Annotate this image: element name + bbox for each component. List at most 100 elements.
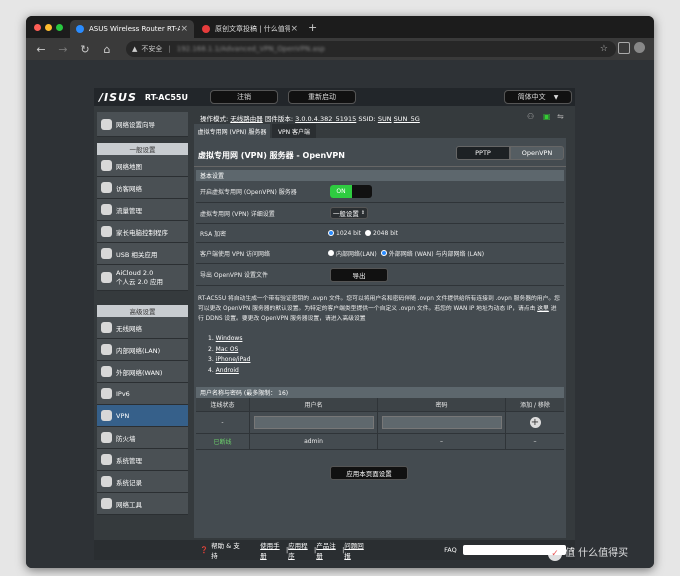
table-header-row: 连线状态 用户名 密码 添加 / 移除 (196, 398, 564, 412)
feedback-link[interactable]: 问题回报 (344, 540, 370, 560)
sidebar-item-wan[interactable]: 外部网络(WAN) (97, 361, 188, 383)
sidebar-item-vpn[interactable]: VPN (97, 405, 188, 427)
remove-value: – (533, 438, 537, 445)
password-input[interactable] (381, 416, 502, 429)
back-icon[interactable]: ← (30, 43, 52, 56)
profile-avatar[interactable] (634, 42, 645, 53)
register-link[interactable]: 产品注册 (316, 540, 342, 560)
lan-icon (101, 344, 112, 355)
tab-title: 原创文章投稿 | 什么值得买 (215, 25, 291, 33)
tab-vpn-client[interactable]: VPN 客户端 (272, 124, 316, 138)
pptp-button[interactable]: PPTP (456, 146, 510, 160)
rsa-1024-radio[interactable] (328, 230, 334, 236)
ssid-5g-link[interactable]: SUN_5G (394, 115, 420, 123)
openvpn-button[interactable]: OpenVPN (510, 146, 564, 160)
firmware-link[interactable]: 3.0.0.4.382_51915 (295, 115, 356, 123)
tab-title: ASUS Wireless Router RT-AC5… (89, 25, 181, 33)
enable-toggle[interactable]: ON (330, 185, 372, 198)
advanced-header: 高级设置 (97, 305, 188, 317)
basic-header: 基本设置 (196, 170, 564, 181)
sidebar-item-label: 无线网络 (116, 324, 142, 333)
separator: | (168, 45, 171, 53)
sidebar-item-admin[interactable]: 系统管理 (97, 449, 188, 471)
ddns-link[interactable]: 这里 (537, 306, 549, 312)
mode-link[interactable]: 无线路由器 (230, 115, 263, 123)
network-icon[interactable]: ▣ (543, 112, 551, 121)
password-cell (378, 412, 506, 433)
browser-tab-smzdm[interactable]: 原创文章投稿 | 什么值得买 × (196, 20, 304, 38)
col-password: 密码 (378, 398, 506, 411)
browser-tab-router[interactable]: ASUS Wireless Router RT-AC5… × (70, 20, 194, 38)
router-frame: /ISUS RT-AC55U 注销 重新启动 简体中文 ▼ 网络设置向导 一般设… (94, 88, 575, 560)
col-action: 添加 / 移除 (520, 402, 550, 409)
star-icon[interactable]: ☆ (600, 44, 608, 54)
users-icon[interactable]: ⚇ (527, 112, 534, 121)
sidebar-item-network-map[interactable]: 网络地图 (97, 155, 188, 177)
windows-link[interactable]: Windows (216, 335, 243, 342)
detail-label: 虚拟专用网 (VPN) 详细设置 (200, 210, 275, 218)
sidebar-item-wireless[interactable]: 无线网络 (97, 317, 188, 339)
reload-icon[interactable]: ↻ (74, 43, 96, 56)
sidebar-item-lan[interactable]: 内部网络(LAN) (97, 339, 188, 361)
description-text: RT-AC55U 将自动生成一个带有验证密钥的 .ovpn 文件。您可以将用户名… (198, 296, 560, 312)
macos-link[interactable]: Mac OS (216, 346, 239, 353)
close-tab-icon[interactable]: × (180, 24, 188, 34)
access-lan-label: 内部网络(LAN) (336, 250, 377, 258)
sidebar-item-tools[interactable]: 网络工具 (97, 493, 188, 515)
sidebar-item-log[interactable]: 系统记录 (97, 471, 188, 493)
add-icon[interactable]: + (529, 417, 541, 428)
sidebar-item-ipv6[interactable]: IPv6 (97, 383, 188, 405)
mode-label: 操作模式: (200, 115, 229, 123)
apply-button[interactable]: 应用本页面设置 (330, 466, 408, 480)
list-item: 4. Android (208, 366, 250, 377)
sidebar-item-label: USB 相关应用 (116, 250, 158, 259)
username-input[interactable] (253, 416, 374, 429)
sidebar-item-usb[interactable]: USB 相关应用 (97, 243, 188, 265)
ssid-link[interactable]: SUN (378, 115, 392, 123)
rsa-2048-radio[interactable] (365, 230, 372, 236)
iphone-link[interactable]: iPhone/iPad (216, 356, 251, 363)
sidebar-item-sublabel: 个人云 2.0 应用 (116, 277, 163, 286)
sidebar-item-quick-setup[interactable]: 网络设置向导 (97, 112, 188, 137)
os-list: 1. Windows 2. Mac OS 3. iPhone/iPad 4. A… (208, 334, 250, 376)
usb-status-icon[interactable]: ⇋ (557, 112, 564, 121)
wizard-icon (101, 118, 112, 130)
detail-select[interactable]: 一般设置 ⇕ (330, 207, 368, 219)
row-export: 导出 OpenVPN 设置文件 导出 (196, 264, 564, 286)
sidebar-item-label: 网络地图 (116, 162, 142, 171)
home-icon[interactable]: ⌂ (96, 43, 118, 56)
forward-icon[interactable]: → (52, 43, 74, 56)
access-lan-radio[interactable] (328, 250, 334, 256)
manual-link[interactable]: 使用手册 (260, 540, 286, 560)
access-wan-radio[interactable] (380, 250, 387, 256)
minimize-window-button[interactable] (45, 24, 52, 31)
rsa-2048-label: 2048 bit (373, 229, 399, 237)
sidebar-item-parental[interactable]: 家长电脑控制程序 (97, 221, 188, 243)
sidebar-item-traffic[interactable]: 流量管理 (97, 199, 188, 221)
close-window-button[interactable] (34, 24, 41, 31)
basic-settings: 基本设置 开启虚拟专用网 (OpenVPN) 服务器 ON 虚拟专用网 (VPN… (196, 170, 564, 286)
language-select[interactable]: 简体中文 ▼ (504, 90, 572, 104)
page-viewport: /ISUS RT-AC55U 注销 重新启动 简体中文 ▼ 网络设置向导 一般设… (26, 60, 654, 568)
sidebar-item-guest[interactable]: 访客网络 (97, 177, 188, 199)
toggle-on-label: ON (330, 185, 352, 198)
address-bar[interactable]: ▲ 不安全 | 192.168.1.1/Advanced_VPN_OpenVPN… (126, 41, 616, 57)
extension-icon[interactable] (618, 42, 630, 54)
export-button[interactable]: 导出 (330, 267, 388, 282)
close-tab-icon[interactable]: × (290, 24, 298, 34)
android-link[interactable]: Android (216, 367, 239, 374)
export-label: 导出 OpenVPN 设置文件 (200, 272, 269, 279)
smzdm-favicon-icon (202, 25, 210, 33)
zoom-window-button[interactable] (56, 24, 63, 31)
utility-link[interactable]: 应用程序 (288, 540, 314, 560)
sidebar-item-label: 系统记录 (116, 478, 142, 487)
reboot-button[interactable]: 重新启动 (288, 90, 356, 104)
language-value: 简体中文 (517, 93, 546, 101)
username-cell (250, 412, 378, 433)
sidebar-item-firewall[interactable]: 防火墙 (97, 427, 188, 449)
sidebar-item-aicloud[interactable]: AiCloud 2.0 个人云 2.0 应用 (97, 265, 188, 291)
new-tab-button[interactable]: + (308, 21, 317, 34)
tab-vpn-server[interactable]: 虚拟专用网 (VPN) 服务器 (194, 124, 270, 138)
logout-button[interactable]: 注销 (210, 90, 278, 104)
general-header: 一般设置 (97, 143, 188, 155)
